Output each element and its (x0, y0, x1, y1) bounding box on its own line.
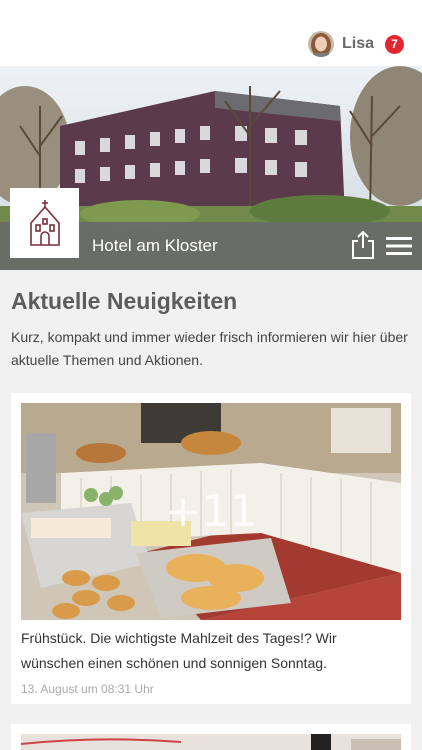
news-card-date: 13. August um 08:31 Uhr (21, 682, 154, 696)
section-intro: Kurz, kompakt und immer wieder frisch in… (11, 329, 408, 368)
top-bar: Lisa 7 (0, 0, 422, 66)
hotel-name: Hotel am Kloster (92, 236, 218, 255)
hotel-logo (10, 188, 79, 258)
hamburger-menu-icon[interactable] (386, 235, 412, 257)
section-title: Aktuelle Neuigkeiten (11, 288, 238, 314)
news-card[interactable]: +11 Frühstück. Die wichtigste Mahlzeit d… (11, 393, 411, 704)
news-card[interactable] (11, 724, 411, 750)
hero-banner: Hotel am Kloster (0, 66, 422, 270)
user-name[interactable]: Lisa (342, 35, 374, 53)
news-card-text: Frühstück. Die wichtigste Mahlzeit des T… (21, 630, 337, 671)
user-profile[interactable]: Lisa 7 (307, 29, 404, 59)
news-card-image[interactable]: +11 (21, 403, 401, 620)
avatar[interactable] (307, 31, 334, 57)
church-icon (29, 200, 60, 246)
share-icon[interactable] (350, 230, 376, 260)
news-photo (21, 734, 401, 750)
news-card-image[interactable] (21, 734, 401, 750)
notification-badge[interactable]: 7 (385, 34, 404, 54)
image-count-overlay[interactable]: +11 (21, 403, 401, 620)
